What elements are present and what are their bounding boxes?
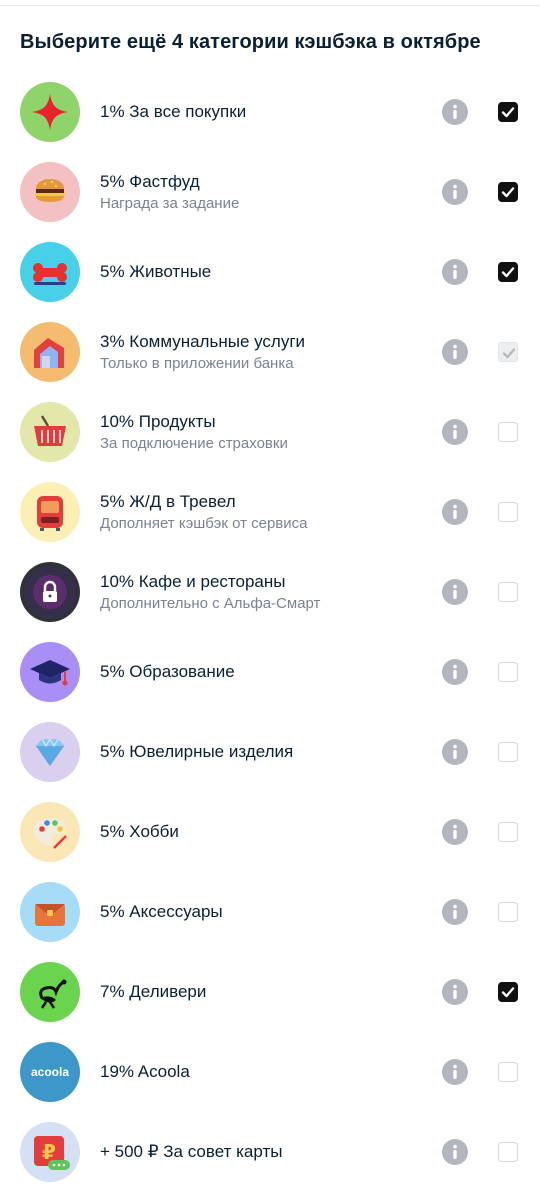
red-star-icon bbox=[20, 82, 80, 142]
category-text: 5% Ювелирные изделия bbox=[100, 712, 430, 792]
category-text: 19% Acoola bbox=[100, 1032, 430, 1112]
acoola-logo: acoola bbox=[20, 1042, 80, 1102]
lock-icon bbox=[20, 562, 80, 622]
info-icon[interactable] bbox=[442, 499, 468, 525]
category-subtitle: Дополнительно с Альфа-Смарт bbox=[100, 594, 321, 612]
category-label: 19% Acoola bbox=[100, 1062, 190, 1081]
category-label: 10% Продукты bbox=[100, 411, 216, 431]
category-text: 1% За все покупки bbox=[100, 72, 430, 152]
category-label: 7% Деливери bbox=[100, 982, 207, 1001]
category-label: 5% Животные bbox=[100, 262, 212, 281]
category-checkbox[interactable] bbox=[498, 1142, 518, 1162]
category-subtitle: За подключение страховки bbox=[100, 434, 288, 452]
category-checkbox[interactable] bbox=[498, 742, 518, 762]
category-label: 1% За все покупки bbox=[100, 102, 247, 121]
ostrich-icon bbox=[20, 962, 80, 1022]
bone-icon bbox=[20, 242, 80, 302]
category-label: 5% Аксессуары bbox=[100, 902, 223, 921]
info-icon[interactable] bbox=[442, 179, 468, 205]
category-label: 5% Фастфуд bbox=[100, 171, 200, 191]
category-checkbox[interactable] bbox=[498, 262, 518, 282]
category-row[interactable]: 5% Животные bbox=[0, 232, 540, 312]
category-text: 5% Образование bbox=[100, 632, 430, 712]
ruble-card-icon: ₽ bbox=[20, 1122, 80, 1182]
info-icon[interactable] bbox=[442, 1059, 468, 1085]
info-icon[interactable] bbox=[442, 899, 468, 925]
info-icon[interactable] bbox=[442, 259, 468, 285]
page-title: Выберите ещё 4 категории кэшбэка в октяб… bbox=[20, 31, 481, 53]
category-row[interactable]: 1% За все покупки bbox=[0, 72, 540, 152]
info-icon[interactable] bbox=[442, 99, 468, 125]
category-row[interactable]: 5% Ювелирные изделия bbox=[0, 712, 540, 792]
category-row[interactable]: 5% Ж/Д в Тревел Дополняет кэшбэк от серви… bbox=[0, 472, 540, 552]
category-row[interactable]: 5% Аксессуары bbox=[0, 872, 540, 952]
category-row[interactable]: 3% Коммунальные услуги Только в приложени… bbox=[0, 312, 540, 392]
acoola-logo-text: acoola bbox=[31, 1065, 69, 1079]
category-label: 5% Ж/Д в Тревел bbox=[100, 491, 236, 511]
info-icon[interactable] bbox=[442, 979, 468, 1005]
category-text: 5% Аксессуары bbox=[100, 872, 430, 952]
category-row[interactable]: 10% Продукты За подключение страховки bbox=[0, 392, 540, 472]
category-checkbox[interactable] bbox=[498, 502, 518, 522]
category-subtitle: Только в приложении банка bbox=[100, 354, 294, 372]
category-checkbox[interactable] bbox=[498, 422, 518, 442]
category-row[interactable]: 5% Фастфуд Награда за задание bbox=[0, 152, 540, 232]
burger-icon bbox=[20, 162, 80, 222]
category-text: + 500 ₽ За совет карты bbox=[100, 1112, 430, 1192]
category-text: 10% Кафе и рестораны Дополнительно с Альф… bbox=[100, 552, 430, 632]
category-row[interactable]: 7% Деливери bbox=[0, 952, 540, 1032]
category-text: 5% Животные bbox=[100, 232, 430, 312]
info-icon[interactable] bbox=[442, 579, 468, 605]
info-icon[interactable] bbox=[442, 419, 468, 445]
category-label: 5% Ювелирные изделия bbox=[100, 742, 294, 761]
diamond-icon bbox=[20, 722, 80, 782]
category-subtitle: Дополняет кэшбэк от сервиса bbox=[100, 514, 308, 532]
category-checkbox[interactable] bbox=[498, 662, 518, 682]
info-icon[interactable] bbox=[442, 659, 468, 685]
category-text: 10% Продукты За подключение страховки bbox=[100, 392, 430, 472]
category-checkbox bbox=[498, 342, 518, 362]
category-row[interactable]: 5% Образование bbox=[0, 632, 540, 712]
top-divider bbox=[0, 5, 540, 6]
category-checkbox[interactable] bbox=[498, 582, 518, 602]
train-icon bbox=[20, 482, 80, 542]
category-text: 5% Ж/Д в Тревел Дополняет кэшбэк от серви… bbox=[100, 472, 430, 552]
category-text: 7% Деливери bbox=[100, 952, 430, 1032]
category-checkbox[interactable] bbox=[498, 102, 518, 122]
category-text: 5% Фастфуд Награда за задание bbox=[100, 152, 430, 232]
category-row[interactable]: 10% Кафе и рестораны Дополнительно с Альф… bbox=[0, 552, 540, 632]
category-row[interactable]: acoola 19% Acoola bbox=[0, 1032, 540, 1112]
category-checkbox[interactable] bbox=[498, 822, 518, 842]
category-checkbox[interactable] bbox=[498, 182, 518, 202]
category-list: 1% За все покупки 5% Фастфуд Награда за за… bbox=[0, 72, 540, 1192]
category-row[interactable]: 5% Хобби bbox=[0, 792, 540, 872]
category-label: 10% Кафе и рестораны bbox=[100, 571, 286, 591]
info-icon[interactable] bbox=[442, 739, 468, 765]
category-text: 5% Хобби bbox=[100, 792, 430, 872]
category-checkbox[interactable] bbox=[498, 982, 518, 1002]
category-checkbox[interactable] bbox=[498, 1062, 518, 1082]
graduation-cap-icon bbox=[20, 642, 80, 702]
category-checkbox[interactable] bbox=[498, 902, 518, 922]
info-icon[interactable] bbox=[442, 819, 468, 845]
category-text: 3% Коммунальные услуги Только в приложени… bbox=[100, 312, 430, 392]
info-icon[interactable] bbox=[442, 339, 468, 365]
category-row[interactable]: ₽ + 500 ₽ За совет карты bbox=[0, 1112, 540, 1192]
palette-icon bbox=[20, 802, 80, 862]
category-label: + 500 ₽ За совет карты bbox=[100, 1142, 283, 1161]
bag-icon bbox=[20, 882, 80, 942]
category-label: 5% Образование bbox=[100, 662, 235, 681]
basket-icon bbox=[20, 402, 80, 462]
category-subtitle: Награда за задание bbox=[100, 194, 240, 212]
info-icon[interactable] bbox=[442, 1139, 468, 1165]
category-label: 3% Коммунальные услуги bbox=[100, 331, 306, 351]
house-icon bbox=[20, 322, 80, 382]
category-label: 5% Хобби bbox=[100, 822, 179, 841]
